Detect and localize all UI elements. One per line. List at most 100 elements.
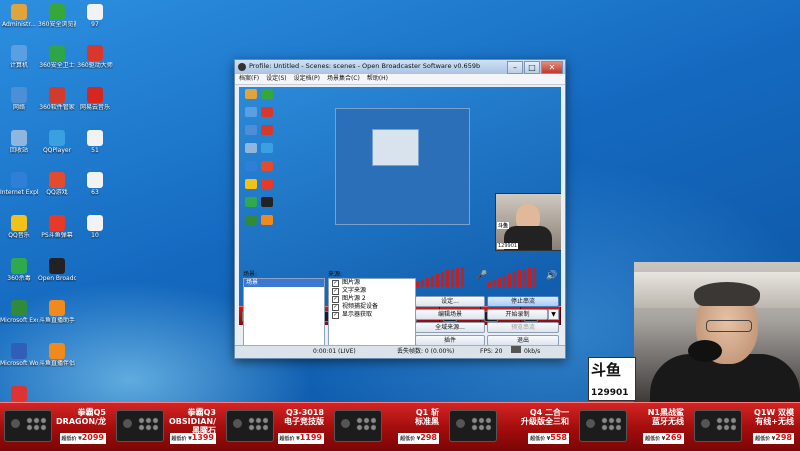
preview-webcam: 斗鱼 129901 [495,193,561,251]
ad-item[interactable]: 拳霸Q3 OBSIDIAN/黑曜石 超低价 ¥1399 [112,403,222,451]
ad-item[interactable]: Q4 二合一 升级版全三和超低价 ¥558 [445,403,575,451]
checkbox-icon[interactable]: ✓ [332,303,339,311]
ad-item[interactable]: 拳霸Q5 DRAGON/龙 超低价 ¥2099 [0,403,112,451]
desktop-icon[interactable]: QQPlayer [38,130,76,154]
menu-file[interactable]: 档案(F) [239,74,259,84]
preview-stream-button[interactable]: 预览串流 [487,322,559,333]
source-item[interactable]: ✓ 图片源 2 [329,295,415,303]
desktop-icon[interactable]: 360软件管家 [38,87,76,111]
chevron-down-icon[interactable]: ▼ [548,309,559,320]
ad-item[interactable]: Q1W 双模 有线+无线超低价 ¥298 [690,403,800,451]
desktop-icon-label: QQPlayer [42,147,72,154]
desktop-icon[interactable]: 斗鱼直播伴侣 [38,343,76,367]
menu-profile[interactable]: 设定档(P) [294,74,320,84]
ad-price: 超低价 ¥298 [398,433,439,444]
desktop-icon[interactable]: 360安全浏览器 [38,4,76,28]
file-icon [87,172,103,188]
checkbox-icon[interactable]: ✓ [332,295,339,303]
network-icon [11,87,27,103]
arcade-stick-icon [334,410,382,442]
browser-icon [49,4,65,20]
desktop-icon[interactable]: 斗鱼直播助手 [38,300,76,324]
desktop-icon[interactable]: Microsoft Word 2003 [0,343,38,367]
minimize-button[interactable]: – [507,61,523,74]
desktop-icon[interactable]: QQ音乐 [0,215,38,239]
start-recording-button[interactable]: 开始录制 [487,309,548,320]
source-item[interactable]: ✓ 图片源 [329,279,415,287]
desktop-icon[interactable]: PS斗鱼弹幕 [38,215,76,239]
desktop-icon-label: Internet Explorer [0,189,38,196]
desktop-icon[interactable]: 360驱动大师 [76,45,114,69]
desktop-icon[interactable]: 网易云音乐 [76,87,114,111]
checkbox-icon[interactable]: ✓ [332,287,339,295]
close-button[interactable]: ✕ [541,61,563,74]
ad-product-name: Q4 二合一 升级版全三和 [521,408,569,426]
arcade-stick-icon [226,410,274,442]
word-icon [11,343,27,359]
microphone-icon[interactable]: 🎤 [476,271,487,281]
desktop-icon[interactable]: 63 [76,172,114,196]
obs-window[interactable]: Profile: Untitled - Scenes: scenes - Ope… [234,59,566,359]
desktop-icon[interactable] [0,386,38,403]
checkbox-icon[interactable]: ✓ [332,311,339,319]
menu-help[interactable]: 帮助(H) [367,74,388,84]
desktop-icon[interactable]: 计算机 [0,45,38,69]
sources-label: 来源: [328,271,343,278]
ad-item[interactable]: Q1 斩标准黑超低价 ¥298 [330,403,445,451]
desktop-icon-label: 360安全卫士 [39,62,75,69]
ad-product-name: N1黑战鲨 蓝牙无线 [647,408,684,426]
source-item[interactable]: ✓ 视频捕捉设备 [329,303,415,311]
ad-price: 超低价 ¥1399 [169,433,216,444]
desktop-icon[interactable]: 网络 [0,87,38,111]
desktop-icon-label: 360驱动大师 [77,62,113,69]
desktop-icon[interactable]: Internet Explorer [0,172,38,196]
dropped-frames: 丢失帧数: 0 (0.00%) [397,348,455,355]
ad-item[interactable]: N1黑战鲨 蓝牙无线 超低价 ¥269 [575,403,690,451]
ad-product-name: Q1W 双模 有线+无线 [754,408,794,426]
ad-product-name: 拳霸Q3 OBSIDIAN/黑曜石 [168,408,216,435]
desktop-icon-label: 斗鱼直播伴侣 [38,360,75,367]
desktop-icon[interactable]: 10 [76,215,114,239]
ad-price: 超低价 ¥298 [753,433,794,444]
source-item[interactable]: ✓ 文字来源 [329,287,415,295]
game-icon [49,172,65,188]
obs-title-bar[interactable]: Profile: Untitled - Scenes: scenes - Ope… [235,60,565,74]
arcade-stick-icon [4,410,52,442]
desktop-icon[interactable]: 360安全卫士 [38,45,76,69]
desktop-icon[interactable]: 51 [76,130,114,154]
desktop-icon[interactable]: Open Broadcaster... [38,258,76,282]
settings-button[interactable]: 设定... [415,296,485,307]
room-number: 129901 [591,388,629,398]
desktop-icon-label: 63 [91,189,99,196]
desktop-icon[interactable]: Microsoft Excel 2003 [0,300,38,324]
desktop-icon[interactable]: 回收站 [0,130,38,154]
source-item[interactable]: ✓ 显示器获取 [329,311,415,319]
maximize-button[interactable]: □ [524,61,540,74]
menu-settings[interactable]: 设定(S) [266,74,287,84]
global-sources-button[interactable]: 全域来源... [415,322,485,333]
desktop-icon[interactable]: 360杀毒 [0,258,38,282]
app-icon [49,215,65,231]
edit-scene-button[interactable]: 编辑场景 [415,309,485,320]
scene-item[interactable]: 场景 [244,279,324,287]
desktop-icon[interactable]: Administr... [0,4,38,28]
webcam-overlay [634,262,800,402]
ad-price: 超低价 ¥558 [528,433,569,444]
desktop-icon[interactable]: QQ游戏 [38,172,76,196]
desktop-icon-label: Open Broadcaster... [38,275,76,282]
checkbox-icon[interactable]: ✓ [332,279,339,287]
speaker-icon[interactable]: 🔊 [546,271,557,281]
stop-stream-button[interactable]: 停止串流 [487,296,559,307]
desktop-icon-label: PS斗鱼弹幕 [41,232,73,239]
ad-item[interactable]: Q3-3018 电子竞技版 超低价 ¥1199 [222,403,330,451]
arcade-stick-icon [449,410,497,442]
obs-menu-bar: 档案(F) 设定(S) 设定档(P) 场景集合(C) 帮助(H) [235,74,565,85]
desktop-icon[interactable]: 97 [76,4,114,28]
ad-product-name: Q1 斩标准黑 [415,408,439,426]
driver-icon [87,45,103,61]
menu-scene-collection[interactable]: 场景集合(C) [327,74,360,84]
desktop-icon-label: 360软件管家 [39,104,75,111]
desktop-icon-label: 360杀毒 [7,275,31,282]
desktop-icon-label: 51 [91,147,99,154]
file-icon [87,215,103,231]
